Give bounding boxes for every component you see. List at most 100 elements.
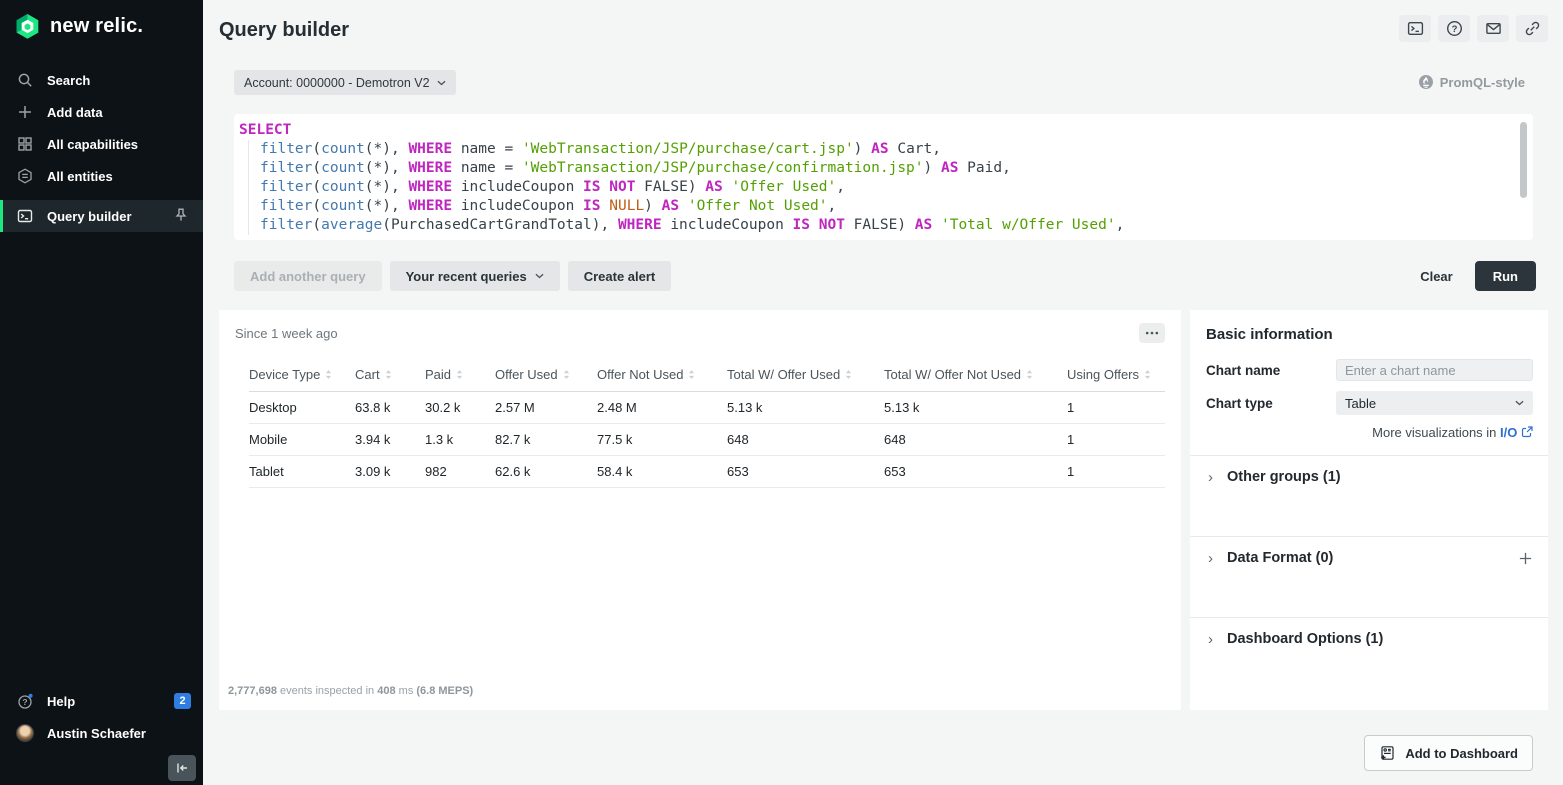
sidebar-item-query-builder[interactable]: Query builder xyxy=(0,200,203,232)
create-alert-button[interactable]: Create alert xyxy=(568,261,672,291)
column-header-total-w-offer-used[interactable]: Total W/ Offer Used xyxy=(727,365,884,392)
sort-icon xyxy=(1144,369,1151,380)
sidebar-collapse-button[interactable] xyxy=(168,755,196,781)
panel-title: Basic information xyxy=(1206,326,1533,343)
results-card-header: Since 1 week ago xyxy=(219,310,1181,343)
cell: 58.4 k xyxy=(597,456,727,488)
chart-name-input[interactable] xyxy=(1336,359,1533,381)
chevron-right-icon: › xyxy=(1208,632,1213,647)
section-other-groups[interactable]: › Other groups (1) xyxy=(1206,456,1533,495)
results-table: Device Type Cart Paid Offer Used Offer N… xyxy=(249,365,1165,488)
sidebar-item-search[interactable]: Search xyxy=(0,64,203,96)
section-label: Other groups (1) xyxy=(1227,469,1341,485)
recent-queries-button[interactable]: Your recent queries xyxy=(390,261,560,291)
collapse-icon xyxy=(175,761,189,775)
new-relic-logo-icon xyxy=(14,13,41,40)
chevron-right-icon: › xyxy=(1208,551,1213,566)
chart-type-select[interactable]: Table xyxy=(1336,391,1533,415)
add-another-query-button[interactable]: Add another query xyxy=(234,261,382,291)
chart-type-row: Chart type Table xyxy=(1206,391,1533,415)
sort-icon xyxy=(456,369,463,380)
feedback-envelope-icon[interactable] xyxy=(1477,15,1509,42)
promql-style-label: PromQL-style xyxy=(1440,75,1525,90)
sidebar-item-add-data[interactable]: Add data xyxy=(0,96,203,128)
chart-type-label: Chart type xyxy=(1206,396,1336,411)
promql-style-toggle[interactable]: PromQL-style xyxy=(1418,74,1525,90)
column-header-using-offers[interactable]: Using Offers xyxy=(1067,365,1165,392)
sidebar-item-user[interactable]: Austin Schaefer xyxy=(0,717,203,749)
cell: 648 xyxy=(884,424,1067,456)
add-data-format-icon[interactable] xyxy=(1518,551,1533,566)
column-header-paid[interactable]: Paid xyxy=(425,365,495,392)
sort-icon xyxy=(385,369,392,380)
cell: 1 xyxy=(1067,392,1165,424)
external-link-icon[interactable] xyxy=(1521,426,1533,438)
cell: 82.7 k xyxy=(495,424,597,456)
column-header-total-w-offer-not-used[interactable]: Total W/ Offer Not Used xyxy=(884,365,1067,392)
sidebar-item-label: Search xyxy=(47,73,90,88)
help-icon: ? xyxy=(16,692,34,710)
prometheus-icon xyxy=(1418,74,1434,90)
chevron-down-icon xyxy=(535,273,544,279)
copy-link-icon[interactable] xyxy=(1516,15,1548,42)
sidebar-item-help[interactable]: ? Help 2 xyxy=(0,685,203,717)
query-editor[interactable]: SELECTfilter(count(*), WHERE name = 'Web… xyxy=(234,114,1533,240)
logo-wordmark: new relic. xyxy=(50,15,143,38)
section-label: Data Format (0) xyxy=(1227,550,1333,566)
search-icon xyxy=(16,71,34,89)
query-console-icon[interactable] xyxy=(1399,15,1431,42)
code-line: filter(average(PurchasedCartGrandTotal),… xyxy=(248,216,1513,235)
sort-icon xyxy=(845,369,852,380)
column-header-device-type[interactable]: Device Type xyxy=(249,365,355,392)
more-options-icon[interactable] xyxy=(1139,323,1165,343)
clear-button[interactable]: Clear xyxy=(1406,261,1467,291)
sidebar-item-label: Help xyxy=(47,694,75,709)
sidebar-item-label: All capabilities xyxy=(47,137,138,152)
plus-icon xyxy=(16,103,34,121)
column-header-offer-not-used[interactable]: Offer Not Used xyxy=(597,365,727,392)
run-button[interactable]: Run xyxy=(1475,261,1536,291)
hexagon-list-icon xyxy=(16,167,34,185)
header-icon-bar: ? xyxy=(1399,15,1548,42)
cell: 1 xyxy=(1067,424,1165,456)
editor-scrollbar-thumb[interactable] xyxy=(1520,122,1527,198)
pin-icon[interactable] xyxy=(173,207,191,225)
sort-icon xyxy=(1026,369,1033,380)
sidebar: new relic. Search Add data All capabilit… xyxy=(0,0,203,785)
cell: Mobile xyxy=(249,424,355,456)
new-relic-logo[interactable]: new relic. xyxy=(0,0,203,40)
time-range-label: Since 1 week ago xyxy=(235,326,338,341)
query-actions-bar: Add another query Your recent queries Cr… xyxy=(234,261,1536,291)
table-row-tablet: Tablet 3.09 k 982 62.6 k 58.4 k 653 653 … xyxy=(249,456,1165,488)
chevron-down-icon xyxy=(437,80,446,86)
cell: 30.2 k xyxy=(425,392,495,424)
add-to-dashboard-button[interactable]: Add to Dashboard xyxy=(1364,735,1533,771)
chevron-right-icon: › xyxy=(1208,470,1213,485)
cell: 63.8 k xyxy=(355,392,425,424)
query-builder-app: new relic. Search Add data All capabilit… xyxy=(0,0,1563,785)
section-data-format[interactable]: › Data Format (0) xyxy=(1206,537,1533,576)
cell: 5.13 k xyxy=(727,392,884,424)
code-line: filter(count(*), WHERE name = 'WebTransa… xyxy=(248,140,1513,159)
sort-icon xyxy=(563,369,570,380)
sidebar-item-all-capabilities[interactable]: All capabilities xyxy=(0,128,203,160)
help-circle-icon[interactable]: ? xyxy=(1438,15,1470,42)
io-link[interactable]: I/O xyxy=(1500,425,1517,440)
code-line: SELECT xyxy=(239,121,1513,140)
dashboard-plus-icon xyxy=(1379,745,1396,762)
sidebar-item-label: Add data xyxy=(47,105,103,120)
terminal-icon xyxy=(16,207,34,225)
column-header-cart[interactable]: Cart xyxy=(355,365,425,392)
account-picker[interactable]: Account: 0000000 - Demotron V2 xyxy=(234,70,456,95)
cell: 3.94 k xyxy=(355,424,425,456)
chart-settings-panel: Basic information Chart name Chart type … xyxy=(1190,310,1548,710)
sidebar-nav: Search Add data All capabilities All ent… xyxy=(0,64,203,232)
column-header-offer-used[interactable]: Offer Used xyxy=(495,365,597,392)
sidebar-item-all-entities[interactable]: All entities xyxy=(0,160,203,192)
section-dashboard-options[interactable]: › Dashboard Options (1) xyxy=(1206,618,1533,657)
query-editor-lines: SELECTfilter(count(*), WHERE name = 'Web… xyxy=(239,121,1513,235)
section-label: Dashboard Options (1) xyxy=(1227,631,1383,647)
more-visualizations: More visualizations in I/O xyxy=(1206,425,1533,440)
user-name: Austin Schaefer xyxy=(47,726,146,741)
cell: Tablet xyxy=(249,456,355,488)
